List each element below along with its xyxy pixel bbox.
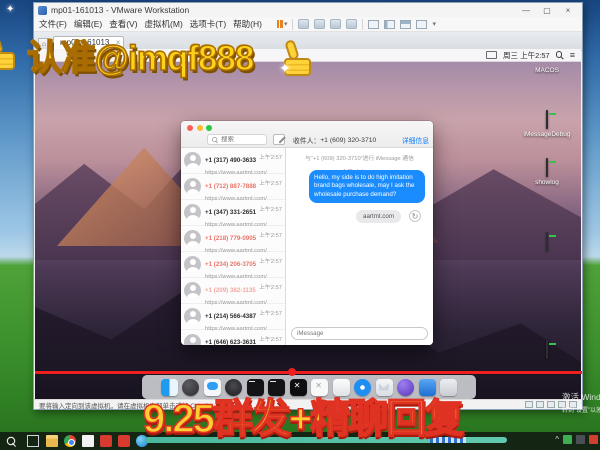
avatar — [184, 334, 201, 345]
zoom-traffic-light[interactable] — [206, 125, 212, 131]
menu-edit[interactable]: 编辑(E) — [74, 18, 102, 30]
tray-chevron-icon[interactable]: ^ — [555, 435, 559, 444]
desktop-icon-imessagedebug[interactable]: iMessageDebug — [519, 111, 575, 138]
file-explorer-icon[interactable] — [46, 435, 58, 447]
desktop-icon-unlabeled-1[interactable] — [519, 233, 575, 253]
tray-icon-red[interactable] — [589, 435, 598, 444]
close-button[interactable]: × — [558, 4, 578, 16]
terminal-app-icon — [546, 232, 548, 251]
messages-window: 收件人： +1 (609) 320-3710 详细信息 +1 (317) 490… — [181, 121, 433, 345]
link-preview-bubble[interactable]: aartmt.com — [356, 210, 401, 223]
notification-center-icon[interactable]: ≡ — [570, 51, 575, 60]
terminal-app-icon — [546, 110, 548, 129]
avatar — [184, 230, 201, 247]
top-banner-text: 认准@imqf888 — [27, 30, 253, 81]
taskbar-app-icon-2[interactable] — [100, 435, 112, 447]
details-link[interactable]: 详细信息 — [402, 135, 429, 145]
avatar — [184, 152, 201, 169]
windows-activation-watermark: 激活 Windows 转到“设置”以激活 Windows。 — [562, 391, 600, 414]
search-icon — [212, 137, 218, 143]
spotlight-search-icon[interactable] — [556, 51, 564, 59]
messages-toolbar: 收件人： +1 (609) 320-3710 详细信息 — [181, 121, 433, 148]
terminal-app-icon — [546, 158, 548, 177]
hdd-status-icon[interactable] — [525, 401, 533, 408]
avatar — [184, 256, 201, 273]
system-tray: ^ — [555, 435, 598, 444]
conversation-row[interactable]: +1 (209) 382-1135 上午2:57 https://www.aar… — [181, 278, 285, 304]
displays-menu-icon[interactable] — [486, 51, 497, 59]
desktop-icon-macos-drive[interactable]: MACOS — [519, 65, 575, 74]
conversation-row[interactable]: +1 (214) 566-4387 上午2:57 https://www.aar… — [181, 304, 285, 330]
suspend-vm-button[interactable]: ▾ — [277, 20, 288, 28]
network-status-icon[interactable] — [547, 401, 555, 408]
avatar — [184, 282, 201, 299]
search-input[interactable] — [221, 136, 261, 143]
vmware-app-icon — [38, 6, 47, 15]
terminal-app-icon — [546, 340, 548, 359]
avatar — [184, 308, 201, 325]
minimize-button[interactable]: — — [516, 4, 536, 16]
conversation-row[interactable]: +1 (347) 331-2651 上午2:57 https://www.aar… — [181, 200, 285, 226]
outgoing-message-bubble: Hello, my side is to do high imitation b… — [309, 170, 425, 203]
message-input-bar — [291, 327, 428, 340]
recipient-number[interactable]: +1 (609) 320-3710 — [320, 137, 376, 144]
tray-icon-dark[interactable] — [576, 435, 585, 444]
fullscreen-view-icon[interactable] — [400, 20, 411, 29]
sparkle-icon: ✦ — [6, 4, 14, 15]
send-ctrl-alt-del-icon[interactable] — [298, 19, 309, 29]
show-library-view-icon[interactable] — [368, 20, 379, 29]
windows-desktop: mp01-161013 - VMware Workstation — ▢ × 文… — [0, 0, 600, 450]
task-view-icon[interactable] — [27, 435, 39, 447]
tray-icon-green[interactable] — [563, 435, 572, 444]
desktop-icon-showlog[interactable]: showlog — [519, 159, 575, 186]
macos-guest-screen: 周三 上午2:57 ≡ MACOS iMessageDebug showlog — [35, 49, 581, 401]
snapshot-icon[interactable] — [314, 19, 325, 29]
taskbar-app-icon-3[interactable] — [118, 435, 130, 447]
menu-tabs[interactable]: 选项卡(T) — [190, 18, 226, 30]
menubar-clock[interactable]: 周三 上午2:57 — [503, 50, 550, 61]
red-dot-overlay — [288, 368, 296, 376]
to-label: 收件人： — [293, 135, 320, 145]
conversation-row[interactable]: +1 (712) 887-7888 上午2:57 https://www.aar… — [181, 174, 285, 200]
chrome-icon[interactable] — [64, 435, 76, 447]
desktop-icon-unlabeled-2[interactable] — [519, 341, 575, 361]
minimize-traffic-light[interactable] — [197, 125, 203, 131]
conversation-row[interactable]: +1 (218) 779-0905 上午2:57 https://www.aar… — [181, 226, 285, 252]
bottom-banner-text: 9.25群发+精聊回复 — [143, 386, 462, 444]
cd-status-icon[interactable] — [536, 401, 544, 408]
maximize-button[interactable]: ▢ — [537, 4, 557, 16]
manage-snapshots-icon[interactable] — [346, 19, 357, 29]
loading-refresh-icon: ↻ — [409, 210, 421, 222]
window-title: mp01-161013 - VMware Workstation — [51, 5, 516, 15]
chat-pane: 与“+1 (609) 320-3710”进行 iMessage 通信 今天 上午… — [286, 148, 433, 345]
taskbar-search-icon[interactable] — [7, 437, 21, 450]
avatar — [184, 204, 201, 221]
conversation-row[interactable]: +1 (646) 623-3631 上午2:57 https://www.aar… — [181, 330, 285, 345]
thumbs-up-icon — [0, 34, 20, 70]
imessage-input[interactable] — [297, 330, 422, 337]
conversation-row[interactable]: +1 (234) 206-3705 上午2:57 https://www.aar… — [181, 252, 285, 278]
sparkle-icon: ✦ — [279, 60, 291, 77]
menu-view[interactable]: 查看(V) — [109, 18, 137, 30]
conversation-row[interactable]: +1 (317) 490-3633 上午2:57 https://www.aar… — [181, 148, 285, 174]
red-underline-overlay — [35, 371, 582, 374]
session-note: 与“+1 (609) 320-3710”进行 iMessage 通信 — [286, 153, 433, 162]
vmware-titlebar[interactable]: mp01-161013 - VMware Workstation — ▢ × — [34, 3, 582, 17]
menu-help[interactable]: 帮助(H) — [233, 18, 262, 30]
taskbar-app-icon-1[interactable] — [82, 435, 94, 447]
close-traffic-light[interactable] — [187, 125, 193, 131]
menu-vm[interactable]: 虚拟机(M) — [145, 18, 183, 30]
console-view-icon[interactable] — [384, 20, 395, 29]
revert-snapshot-icon[interactable] — [330, 19, 341, 29]
avatar — [184, 178, 201, 195]
conversation-list: +1 (317) 490-3633 上午2:57 https://www.aar… — [181, 148, 286, 345]
compose-new-message-button[interactable] — [273, 134, 285, 145]
conversation-search — [207, 134, 267, 145]
menu-file[interactable]: 文件(F) — [39, 18, 67, 30]
unity-view-icon[interactable] — [416, 20, 427, 29]
